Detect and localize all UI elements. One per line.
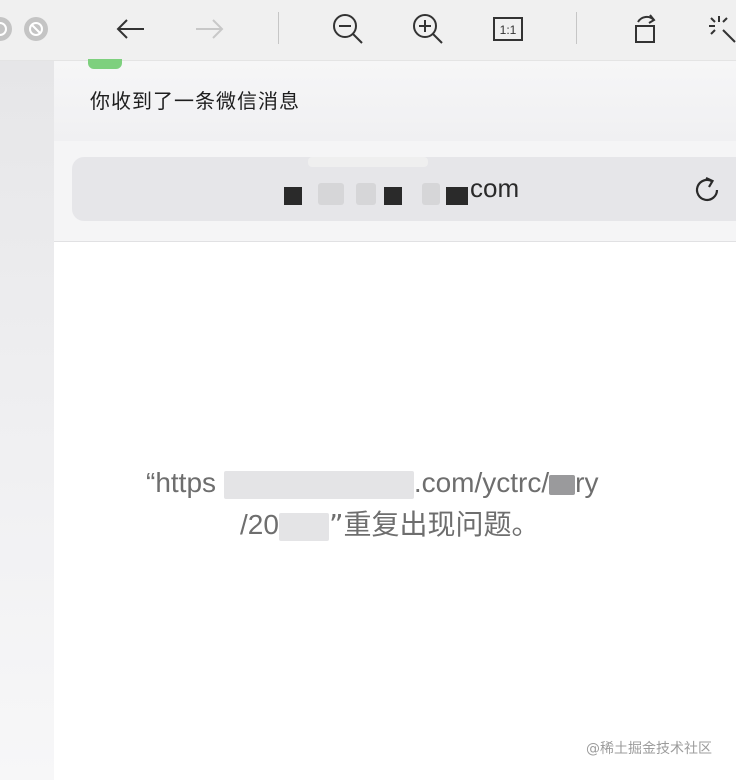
back-button[interactable] <box>110 10 150 48</box>
message-text: ”重复出现问题。 <box>328 508 540 541</box>
window-control-button[interactable] <box>0 17 12 41</box>
actual-size-label: 1:1 <box>500 23 517 37</box>
toolbar-separator <box>278 12 279 44</box>
magic-wand-button[interactable] <box>702 10 736 48</box>
redaction-blur <box>278 512 329 541</box>
url-text: com <box>470 173 520 203</box>
window-disabled-button[interactable] <box>24 17 48 41</box>
redaction-mask <box>308 157 428 167</box>
viewer-left-margin <box>0 61 54 780</box>
redaction-blur <box>549 474 576 495</box>
zoom-in-button[interactable] <box>408 10 448 48</box>
watermark: @稀土掘金技术社区 <box>586 741 712 757</box>
forward-icon <box>196 19 224 39</box>
message-line-1: “https .com/yctrc/ry <box>146 465 598 501</box>
forward-button[interactable] <box>190 10 230 48</box>
magic-wand-icon <box>709 16 736 43</box>
prohibited-icon <box>29 22 43 36</box>
back-icon <box>116 19 144 39</box>
browser-header: com <box>54 141 736 242</box>
notification-app-indicator <box>88 59 122 69</box>
redaction-blur <box>223 470 414 499</box>
message-text: “https <box>146 467 217 498</box>
actual-size-button[interactable]: 1:1 <box>488 10 528 48</box>
message-text: .com/yctrc/ <box>413 467 550 498</box>
rotate-icon <box>635 14 656 43</box>
redaction-blur <box>318 183 344 205</box>
address-bar[interactable]: com <box>72 157 736 221</box>
image-viewer-window: 1:1 你收到了一条微信消息 com “https .com/yctrc/ ry… <box>0 0 736 780</box>
viewer-toolbar: 1:1 <box>0 0 736 61</box>
reload-button[interactable] <box>690 173 724 207</box>
rotate-button[interactable] <box>626 10 666 48</box>
zoom-out-button[interactable] <box>328 10 368 48</box>
reload-icon <box>695 177 719 202</box>
screenshot-image: 你收到了一条微信消息 com “https .com/yctrc/ ry /20… <box>54 59 736 780</box>
zoom-out-icon <box>333 14 363 44</box>
zoom-in-icon <box>413 14 443 44</box>
message-line-2: /20 ”重复出现问题。 <box>240 507 539 543</box>
close-icon <box>0 22 7 36</box>
toolbar-separator <box>576 12 577 44</box>
redaction-blur <box>356 183 376 205</box>
redaction-blur <box>422 183 440 205</box>
actual-size-icon: 1:1 <box>493 17 523 41</box>
redaction-block <box>446 187 468 205</box>
message-text: /20 <box>240 509 279 540</box>
notification-text: 你收到了一条微信消息 <box>90 89 300 113</box>
notification-banner: 你收到了一条微信消息 <box>54 59 736 141</box>
redaction-block <box>384 187 402 205</box>
redaction-block <box>284 187 302 205</box>
message-text: ry <box>575 467 599 498</box>
